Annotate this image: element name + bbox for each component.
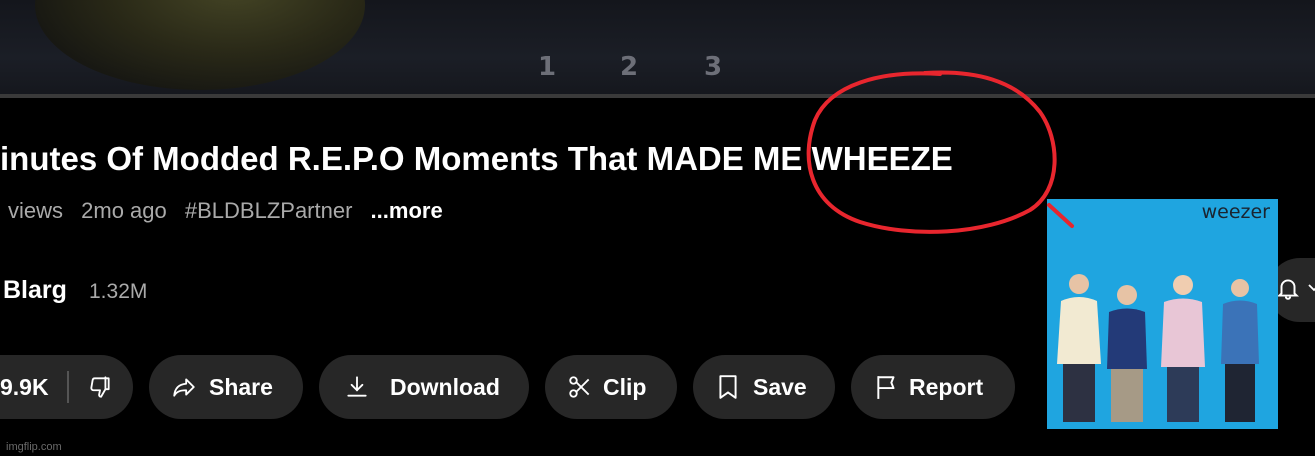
video-player[interactable]: 1 2 3: [0, 0, 1315, 96]
watermark: imgflip.com: [6, 441, 62, 453]
video-meta[interactable]: views 2mo ago #BLDBLZPartner ...more: [8, 198, 455, 224]
bookmark-icon: [717, 374, 739, 400]
report-label: Report: [909, 373, 984, 400]
album-cover-image: weezer: [1047, 199, 1278, 429]
bell-icon: [1275, 275, 1301, 306]
scissors-icon: [567, 374, 593, 400]
flag-icon: [875, 374, 899, 400]
download-button[interactable]: Download: [319, 355, 529, 419]
download-label: Download: [390, 373, 500, 400]
chevron-down-icon: [1307, 281, 1315, 300]
share-label: Share: [209, 373, 273, 400]
clip-label: Clip: [603, 373, 647, 400]
save-label: Save: [753, 373, 807, 400]
like-dislike-group[interactable]: 9.9K: [0, 355, 133, 419]
share-button[interactable]: Share: [149, 355, 303, 419]
hashtag-link[interactable]: #BLDBLZPartner: [185, 198, 353, 223]
overlay-number-2: 2: [620, 52, 640, 82]
video-progress-bar[interactable]: [0, 94, 1315, 98]
channel-name[interactable]: Blarg: [3, 276, 67, 305]
overlay-number-1: 1: [538, 52, 558, 82]
video-frame-shape: [35, 0, 365, 90]
download-icon: [344, 374, 370, 400]
view-count: views: [8, 198, 64, 223]
upload-age: 2mo ago: [81, 198, 167, 223]
video-title: inutes Of Modded R.E.P.O Moments That MA…: [0, 140, 953, 177]
band-members-illustration: [1057, 274, 1259, 422]
share-icon: [171, 374, 197, 400]
show-more-link[interactable]: ...more: [371, 198, 443, 223]
like-divider: [66, 371, 69, 403]
like-count[interactable]: 9.9K: [0, 374, 49, 401]
subscriber-count: 1.32M: [89, 280, 148, 303]
save-button[interactable]: Save: [693, 355, 835, 419]
report-button[interactable]: Report: [851, 355, 1015, 419]
overlay-number-3: 3: [704, 52, 724, 82]
clip-button[interactable]: Clip: [545, 355, 677, 419]
dislike-icon[interactable]: [87, 374, 113, 400]
